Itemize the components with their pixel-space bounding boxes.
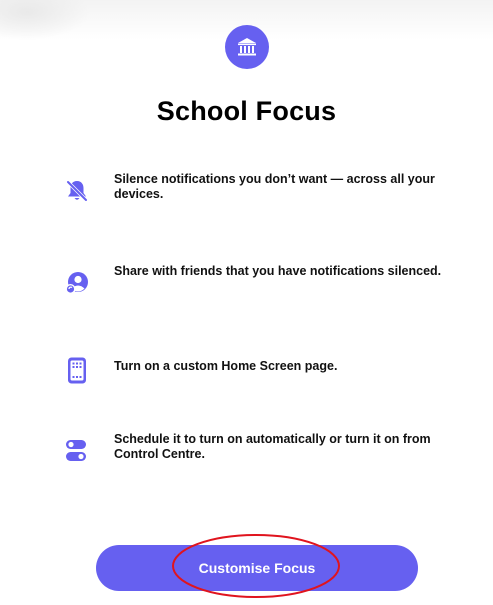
customise-focus-button[interactable]: Customise Focus [96, 545, 418, 591]
feature-text: Turn on a custom Home Screen page. [114, 359, 338, 373]
share-status-icon [62, 268, 92, 298]
feature-text: Schedule it to turn on automatically or … [114, 432, 431, 461]
feature-item-share: Share with friends that you have notific… [62, 264, 454, 298]
top-shade-left [0, 0, 90, 40]
feature-item-home-screen: Turn on a custom Home Screen page. [62, 352, 454, 386]
focus-header-icon [225, 25, 269, 69]
feature-text: Silence notifications you don’t want — a… [114, 172, 435, 201]
bell-slash-icon [62, 176, 92, 206]
toggle-switches-icon [62, 436, 92, 466]
home-screen-page-icon [62, 356, 92, 386]
feature-item-schedule: Schedule it to turn on automatically or … [62, 432, 454, 466]
building-columns-icon [238, 38, 256, 56]
feature-item-silence: Silence notifications you don’t want — a… [62, 172, 454, 206]
page-title: School Focus [156, 96, 337, 126]
feature-text: Share with friends that you have notific… [114, 264, 442, 278]
customise-focus-label: Customise Focus [198, 560, 316, 576]
